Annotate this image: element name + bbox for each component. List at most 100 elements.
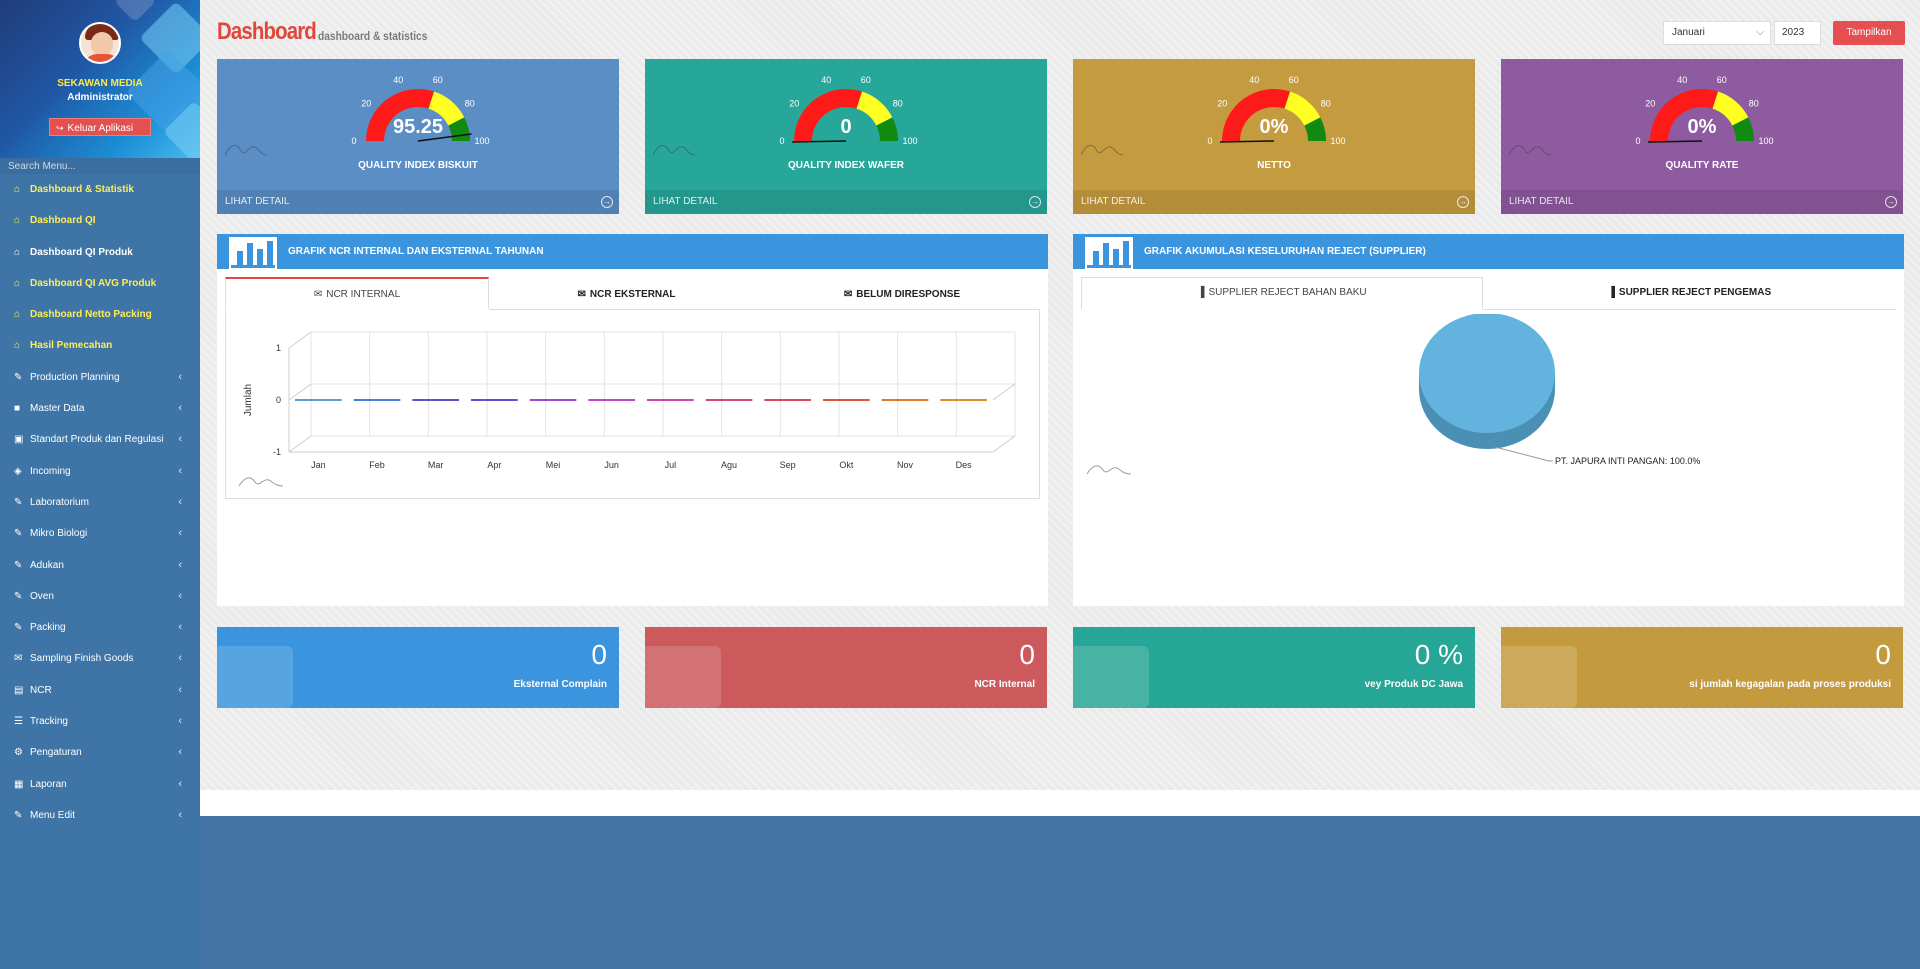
gauge-tick-label: 80 (1321, 98, 1331, 108)
nav-item-ncr[interactable]: ▤ NCR ‹ (0, 675, 200, 706)
detail-link[interactable]: LIHAT DETAIL → (217, 190, 619, 214)
x-tick-label: Mei (546, 460, 561, 470)
axis-line (288, 435, 312, 453)
x-tick-label: Agu (721, 460, 737, 470)
gauge-tick-label: 40 (821, 75, 831, 85)
gauge-tick-label: 40 (393, 75, 403, 85)
gauge-tick-label: 60 (433, 75, 443, 85)
stat-card-eksternal-complain: 0 Eksternal Complain (217, 627, 619, 708)
axis-line (992, 435, 1016, 453)
nav-item-label: Adukan (30, 559, 64, 571)
gauge-tick-label: 80 (1749, 98, 1759, 108)
nav-item-label: Oven (30, 590, 54, 602)
nav-item-label: Sampling Finish Goods (30, 653, 134, 665)
nav-item-laporan[interactable]: ▦ Laporan ‹ (0, 769, 200, 800)
tab-supplier-reject-bahan-baku[interactable]: ▐ SUPPLIER REJECT BAHAN BAKU (1081, 277, 1483, 309)
gauge-name: QUALITY INDEX BISKUIT (358, 160, 478, 171)
home-icon: ⌂ (14, 215, 21, 227)
detail-link-label: LIHAT DETAIL (1509, 196, 1574, 207)
chevron-left-icon: ‹ (178, 683, 182, 696)
month-select-value: Januari (1672, 27, 1705, 38)
stat-value: 0 % (1414, 639, 1463, 670)
sparkline-icon (1080, 145, 1124, 156)
nav-item-adukan[interactable]: ✎ Adukan ‹ (0, 550, 200, 581)
nav-item-standart-produk[interactable]: ▣ Standart Produk dan Regulasi ‹ (0, 424, 200, 455)
detail-link[interactable]: LIHAT DETAIL → (1073, 190, 1475, 214)
axis-line (288, 331, 312, 349)
nav-item-hasil-pemecahan[interactable]: ⌂ Hasil Pemecahan (0, 330, 200, 361)
nav-item-pengaturan[interactable]: ⚙ Pengaturan ‹ (0, 737, 200, 768)
stat-value: 0 (591, 639, 607, 670)
gauge-name: QUALITY INDEX WAFER (788, 160, 904, 171)
chevron-left-icon: ‹ (178, 402, 182, 415)
nav-item-laboratorium[interactable]: ✎ Laboratorium ‹ (0, 487, 200, 518)
gauge-tick-label: 80 (893, 98, 903, 108)
x-tick-label: Mar (428, 460, 444, 470)
detail-link[interactable]: LIHAT DETAIL → (645, 190, 1047, 214)
axis-line (992, 383, 1016, 401)
list-icon: ☰ (14, 716, 23, 728)
tab-supplier-reject-pengemas[interactable]: ▐ SUPPLIER REJECT PENGEMAS (1483, 277, 1896, 309)
chevron-down-icon: ⌵ (1756, 27, 1764, 38)
nav-item-dashboard-netto-packing[interactable]: ⌂ Dashboard Netto Packing (0, 299, 200, 330)
axis-line (288, 383, 312, 401)
chevron-left-icon: ‹ (178, 370, 182, 383)
nav-item-dashboard-qi-produk[interactable]: ⌂ Dashboard QI Produk (0, 237, 200, 268)
nav-item-mikro-biologi[interactable]: ✎ Mikro Biologi ‹ (0, 518, 200, 549)
nav-item-label: Incoming (30, 465, 71, 477)
y-tick-label: 0 (276, 395, 281, 405)
gauge-tick-label: 20 (1645, 98, 1655, 108)
nav-item-oven[interactable]: ✎ Oven ‹ (0, 581, 200, 612)
nav-item-incoming[interactable]: ◈ Incoming ‹ (0, 456, 200, 487)
chevron-left-icon: ‹ (178, 495, 182, 508)
nav-item-label: Dashboard QI Produk (30, 246, 133, 258)
show-button[interactable]: Tampilkan (1833, 21, 1905, 45)
nav-item-label: Laboratorium (30, 496, 89, 508)
nav-item-packing[interactable]: ✎ Packing ‹ (0, 612, 200, 643)
detail-link[interactable]: LIHAT DETAIL → (1501, 190, 1903, 214)
panel-title: GRAFIK AKUMULASI KESELURUHAN REJECT (SUP… (1144, 246, 1426, 257)
gauge-tick-label: 40 (1249, 75, 1259, 85)
nav-item-dashboard-qi-avg-produk[interactable]: ⌂ Dashboard QI AVG Produk (0, 268, 200, 299)
nav-item-label: Mikro Biologi (30, 528, 88, 540)
gauge-value: 0 (840, 116, 852, 138)
edit-icon: ✎ (14, 622, 23, 634)
year-input[interactable]: 2023 (1774, 21, 1821, 45)
tab-ncr-eksternal[interactable]: ✉ NCR EKSTERNAL (489, 279, 764, 311)
nav-item-label: Standart Produk dan Regulasi (30, 434, 164, 446)
nav-item-dashboard-qi[interactable]: ⌂ Dashboard QI (0, 205, 200, 236)
nav-item-tracking[interactable]: ☰ Tracking ‹ (0, 706, 200, 737)
tab-label: NCR EKSTERNAL (589, 289, 676, 300)
nav-item-menu-edit[interactable]: ✎ Menu Edit ‹ (0, 800, 200, 831)
gauge-tick-label: 60 (1289, 75, 1299, 85)
search-menu-input[interactable] (0, 158, 200, 174)
bar-chart-icon: ▐ (1607, 287, 1615, 298)
tab-label: SUPPLIER REJECT PENGEMAS (1618, 287, 1772, 298)
x-tick-label: Jan (311, 460, 326, 470)
tab-ncr-internal[interactable]: ✉ NCR INTERNAL (225, 279, 489, 311)
month-select[interactable]: Januari ⌵ (1663, 21, 1771, 45)
arrow-right-icon: → (601, 196, 613, 208)
panel-header: GRAFIK NCR INTERNAL DAN EKSTERNAL TAHUNA… (217, 234, 1048, 269)
home-icon: ⌂ (14, 246, 21, 258)
nav-item-sampling-finish-goods[interactable]: ✉ Sampling Finish Goods ‹ (0, 643, 200, 674)
nav-item-label: Pengaturan (30, 747, 82, 759)
tab-belum-diresponse[interactable]: ✉ BELUM DIRESPONSE (764, 279, 1040, 311)
logout-button[interactable]: ↪ Keluar Aplikasi (49, 118, 151, 136)
sparkline-icon (238, 477, 284, 487)
stat-label: vey Produk DC Jawa (1364, 679, 1463, 690)
y-tick-label: -1 (273, 447, 281, 457)
nav-item-master-data[interactable]: ■ Master Data ‹ (0, 393, 200, 424)
gauge-needle (791, 140, 847, 143)
gauge-card-netto: 0 20 40 60 80 100 0% NETTO LIHAT DETAIL → (1073, 59, 1475, 214)
gauge-needle (1647, 140, 1703, 143)
chevron-left-icon: ‹ (178, 652, 182, 665)
ncr-chart-panel: GRAFIK NCR INTERNAL DAN EKSTERNAL TAHUNA… (217, 234, 1048, 606)
nav-item-dashboard-statistik[interactable]: ⌂ Dashboard & Statistik (0, 174, 200, 205)
home-icon: ⌂ (14, 309, 21, 321)
gauge-card-quality-rate: 0 20 40 60 80 100 0% QUALITY RATE LIHAT DETAIL → (1501, 59, 1903, 214)
supplier-reject-pie-chart: PT. JAPURA INTI PANGAN: 100.0% (1086, 314, 1700, 475)
nav-item-production-planning[interactable]: ✎ Production Planning ‹ (0, 362, 200, 393)
content-footer-strip (200, 790, 1920, 816)
chevron-left-icon: ‹ (178, 589, 182, 602)
